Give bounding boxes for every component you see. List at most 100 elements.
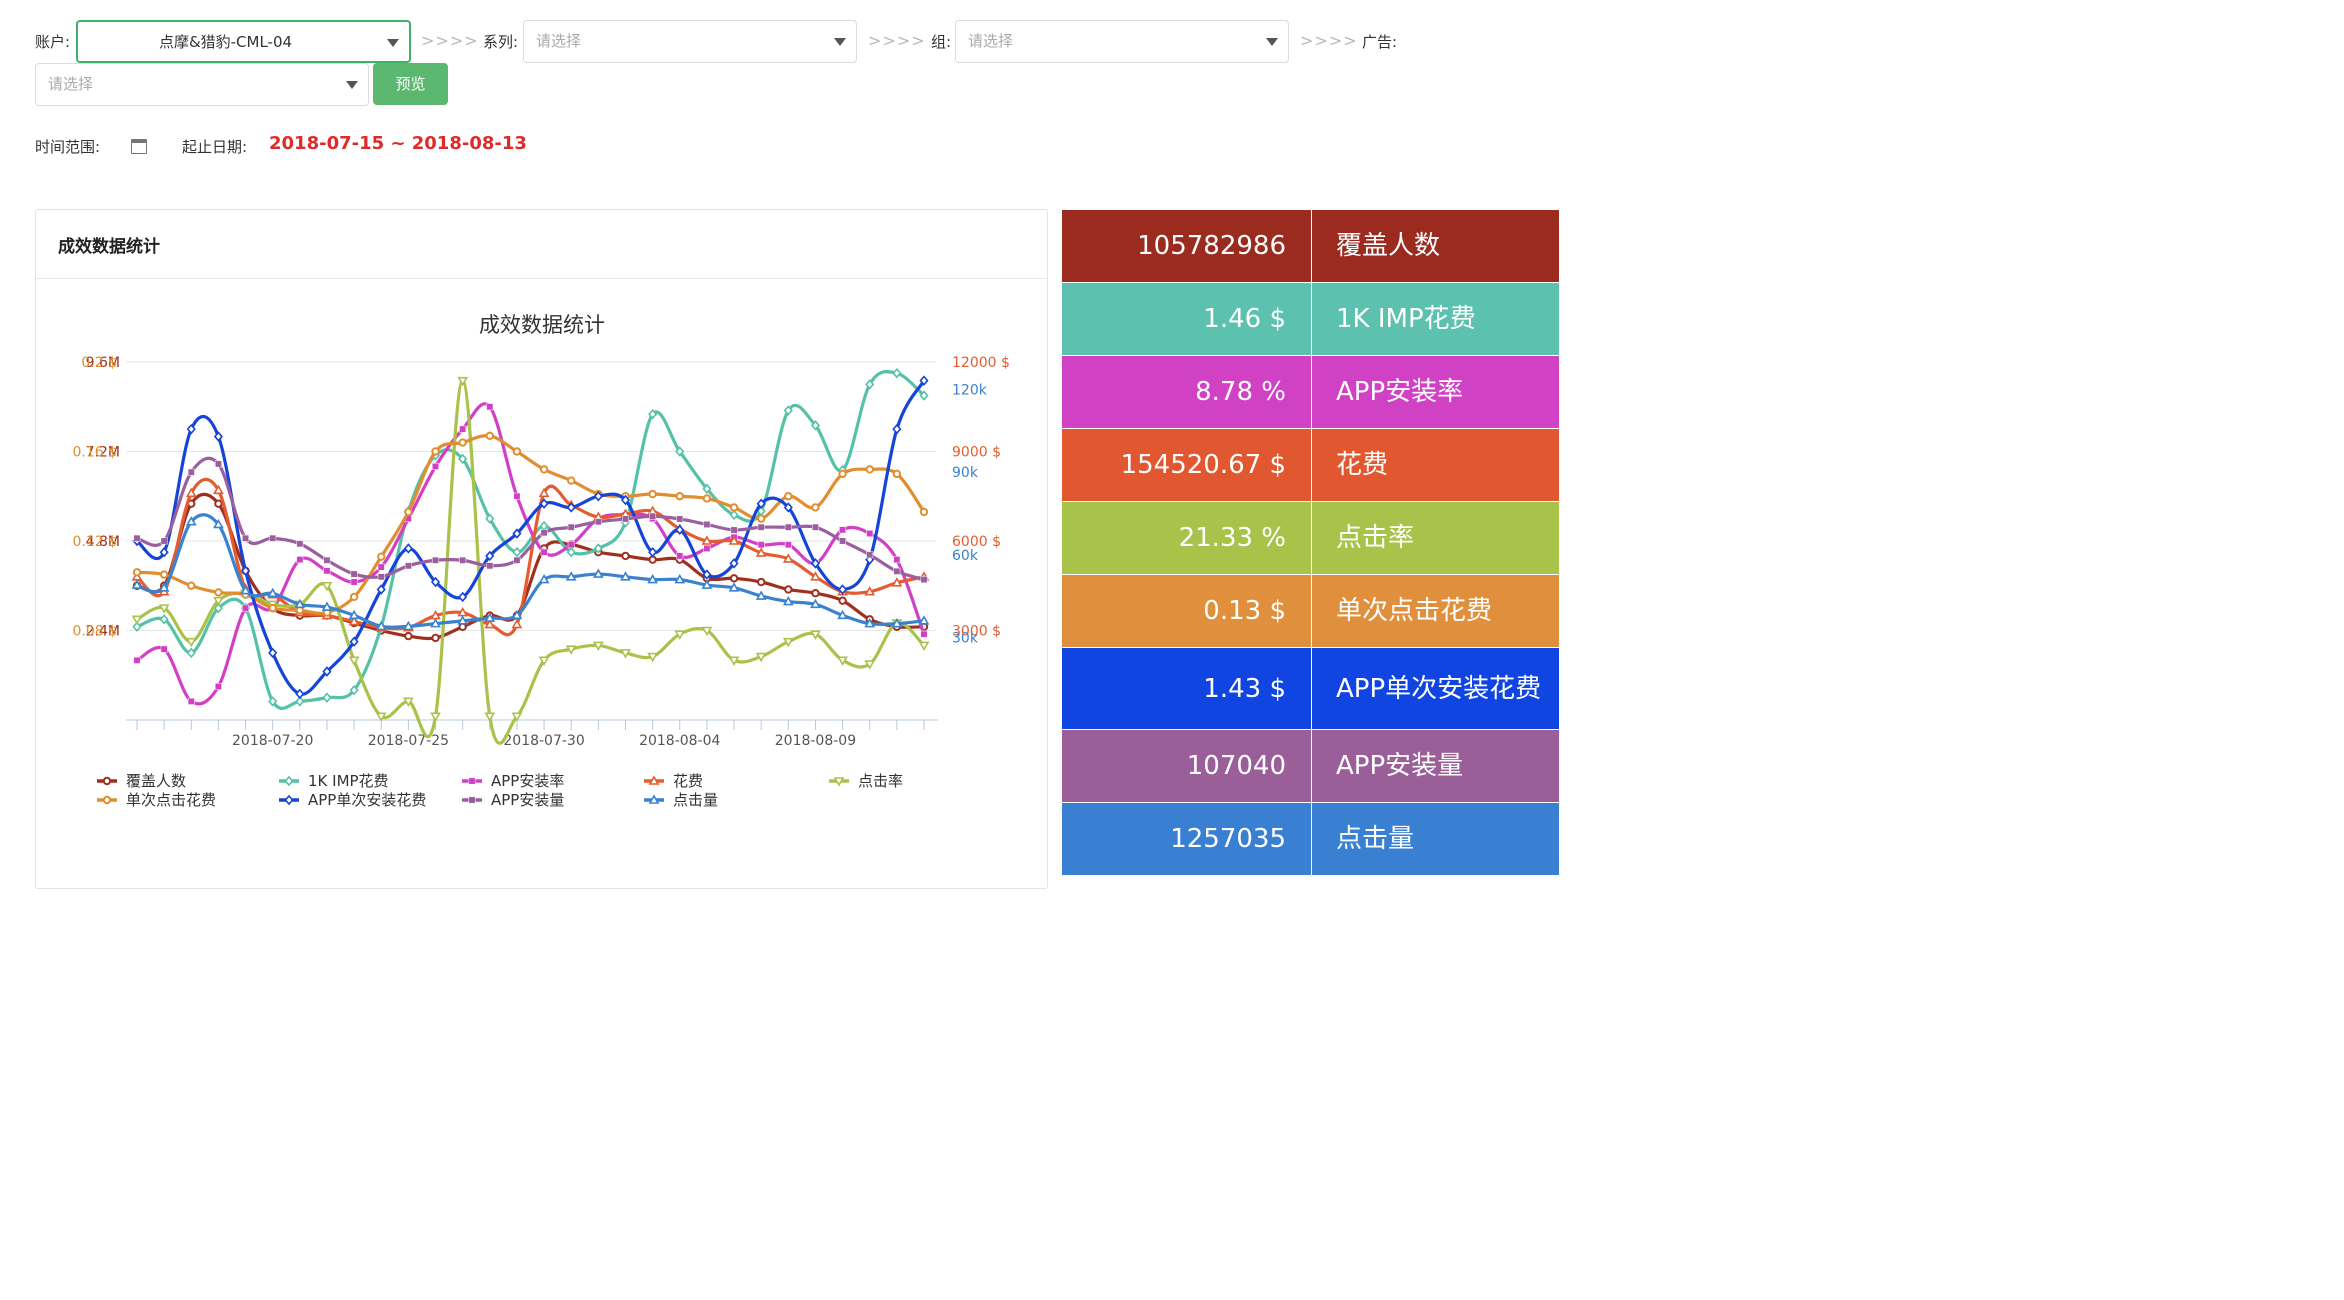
data-point — [539, 465, 549, 474]
stat-value: 21.33 % — [1178, 523, 1286, 553]
data-point — [784, 492, 793, 501]
data-point — [187, 697, 195, 705]
data-point — [432, 462, 439, 470]
series-select[interactable]: 请选择 — [523, 20, 857, 63]
data-point — [214, 460, 222, 468]
date-range-value: 2018-07-15 ~ 2018-08-13 — [269, 133, 527, 154]
data-point — [811, 523, 819, 531]
data-point — [484, 712, 496, 722]
data-point — [893, 567, 901, 575]
data-point — [160, 645, 168, 653]
y-axis-left-inner-tick: 0.2 $ — [81, 355, 117, 371]
data-point — [864, 586, 876, 596]
stat-value: 107040 — [1186, 751, 1286, 781]
chevron-down-icon — [387, 39, 399, 47]
data-point — [918, 615, 930, 625]
data-point — [242, 534, 250, 542]
data-point — [133, 656, 141, 664]
account-select-value: 点摩&猎豹-CML-04 — [158, 33, 293, 51]
stats-table: 105782986 覆盖人数 1.46 $1K IMP花费 8.78 % APP安装率 1… — [1062, 210, 1559, 876]
data-point — [131, 579, 143, 589]
group-label: 组: — [931, 33, 952, 51]
calendar-icon[interactable] — [131, 139, 147, 154]
legend-marker — [468, 796, 476, 804]
y-axis-left-inner-tick: 0.08 $ — [72, 624, 117, 640]
data-point — [486, 403, 494, 411]
stat-value: 1.43 $ — [1203, 673, 1286, 704]
y-axis-right-outer-tick: 90k — [952, 465, 979, 481]
data-point — [674, 573, 686, 584]
legend-marker — [102, 795, 112, 805]
data-point — [132, 568, 142, 577]
data-point — [838, 596, 847, 605]
data-point — [811, 589, 820, 598]
data-point — [782, 553, 794, 563]
y-axis-right-outer-tick: 60k — [952, 548, 979, 564]
data-point — [323, 556, 331, 564]
ad-select[interactable]: 请选择 — [35, 63, 369, 106]
data-point — [187, 468, 195, 476]
data-point — [782, 595, 794, 606]
data-point — [866, 530, 874, 537]
stat-name: 点击率 — [1311, 502, 1559, 574]
stat-row: 8.78 % APP安装率 — [1062, 356, 1559, 429]
legend-label: APP单次安装花费 — [308, 791, 426, 809]
data-point — [375, 620, 387, 631]
data-point — [404, 562, 412, 570]
y-axis-left-inner-tick: 0.12 $ — [72, 534, 117, 550]
data-point — [702, 494, 712, 503]
stat-value: 105782986 — [1137, 231, 1286, 261]
data-point — [622, 515, 629, 523]
data-point — [430, 712, 441, 722]
data-point — [676, 515, 684, 523]
group-select[interactable]: 请选择 — [955, 20, 1289, 63]
data-point — [375, 712, 387, 722]
y-axis-right-outer-tick: 120k — [952, 383, 988, 399]
legend-label: APP安装量 — [491, 791, 564, 809]
data-point — [214, 499, 223, 508]
data-point — [755, 652, 767, 663]
account-select[interactable]: 点摩&猎豹-CML-04 — [76, 20, 411, 63]
stat-name: APP安装量 — [1311, 730, 1559, 802]
data-point — [565, 571, 577, 581]
data-point — [512, 447, 522, 456]
data-point — [676, 552, 684, 560]
data-point — [810, 598, 821, 609]
data-point — [729, 574, 739, 583]
stat-name: 花费 — [1311, 429, 1559, 501]
data-point — [459, 556, 467, 564]
stat-row: 1257035 点击量 — [1062, 803, 1559, 876]
data-point — [187, 581, 196, 590]
data-point — [322, 692, 332, 703]
data-point — [647, 573, 658, 584]
data-point — [404, 631, 413, 641]
data-point — [839, 526, 847, 534]
stat-row: 1.43 $ APP单次安装花费 — [1062, 648, 1559, 730]
legend-label: 点击率 — [858, 772, 903, 790]
data-point — [540, 529, 548, 537]
stat-name: APP安装率 — [1311, 356, 1559, 428]
stat-name: 1K IMP花费 — [1311, 283, 1559, 355]
stat-value: 1.46 $ — [1203, 304, 1286, 334]
data-point — [918, 641, 930, 652]
data-point — [159, 570, 169, 579]
data-point — [323, 567, 331, 575]
data-point — [703, 545, 711, 552]
data-point — [621, 551, 630, 561]
data-point — [567, 523, 575, 531]
preview-button[interactable]: 预览 — [373, 63, 448, 105]
data-point — [648, 555, 657, 564]
data-point — [296, 556, 304, 564]
data-point — [431, 633, 440, 643]
data-point — [131, 615, 143, 625]
legend-label: 花费 — [673, 772, 703, 790]
data-point — [457, 615, 469, 625]
data-point — [350, 578, 358, 586]
data-point — [404, 507, 413, 517]
x-axis-tick-label: 2018-07-20 — [232, 733, 313, 749]
separator-arrow: >>>> — [868, 31, 926, 50]
data-point — [459, 425, 467, 433]
ad-label: 广告: — [1362, 33, 1398, 51]
stat-row: 1.46 $ 1K IMP花费 — [1062, 283, 1559, 356]
data-point — [214, 682, 222, 690]
